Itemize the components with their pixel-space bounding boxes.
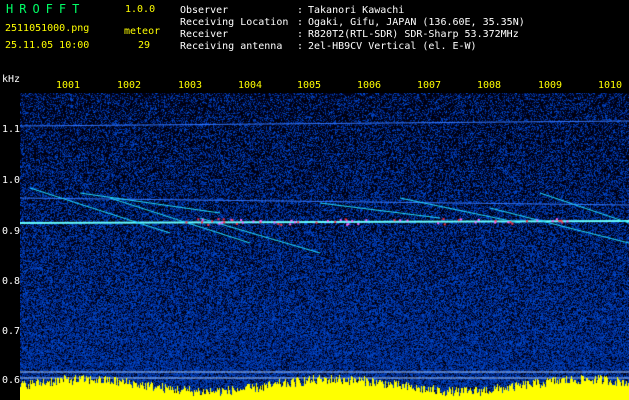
x-tick-label: 1010: [598, 80, 623, 91]
x-tick-label: 1008: [477, 80, 502, 91]
x-tick-label: 1001: [56, 80, 81, 91]
y-tick-label: 0.6: [2, 375, 21, 386]
x-tick-label: 1005: [297, 80, 322, 91]
info-label-receiver: Receiver: [180, 29, 229, 40]
y-axis-unit: kHz: [2, 74, 21, 85]
meteor-label: meteor: [124, 26, 161, 37]
meteor-count: 29: [138, 40, 151, 51]
info-value-observer: Takanori Kawachi: [308, 5, 405, 16]
x-tick-label: 1009: [538, 80, 563, 91]
app-name: HROFFT: [6, 2, 86, 16]
y-tick-label: 1.0: [2, 175, 21, 186]
info-sep: :: [297, 17, 304, 28]
y-tick-label: 1.1: [2, 124, 21, 135]
app-version: 1.0.0: [125, 4, 156, 15]
y-tick-label: 0.9: [2, 226, 21, 237]
info-label-location: Receiving Location: [180, 17, 289, 28]
x-tick-label: 1002: [117, 80, 142, 91]
y-tick-label: 0.7: [2, 326, 21, 337]
info-label-antenna: Receiving antenna: [180, 41, 283, 52]
info-sep: :: [297, 29, 304, 40]
file-name: 2511051000.png: [5, 23, 90, 34]
x-tick-label: 1004: [238, 80, 263, 91]
info-sep: :: [297, 5, 304, 16]
x-tick-label: 1007: [417, 80, 442, 91]
x-tick-label: 1003: [178, 80, 203, 91]
info-value-location: Ogaki, Gifu, JAPAN (136.60E, 35.35N): [308, 17, 525, 28]
x-tick-label: 1006: [357, 80, 382, 91]
capture-datetime: 25.11.05 10:00: [5, 40, 90, 51]
info-sep: :: [297, 41, 304, 52]
info-label-observer: Observer: [180, 5, 229, 16]
spectrogram-canvas: [20, 93, 629, 400]
y-tick-label: 0.8: [2, 276, 21, 287]
info-value-receiver: R820T2(RTL-SDR) SDR-Sharp 53.372MHz: [308, 29, 519, 40]
info-value-antenna: 2el-HB9CV Vertical (el. E-W): [308, 41, 477, 52]
